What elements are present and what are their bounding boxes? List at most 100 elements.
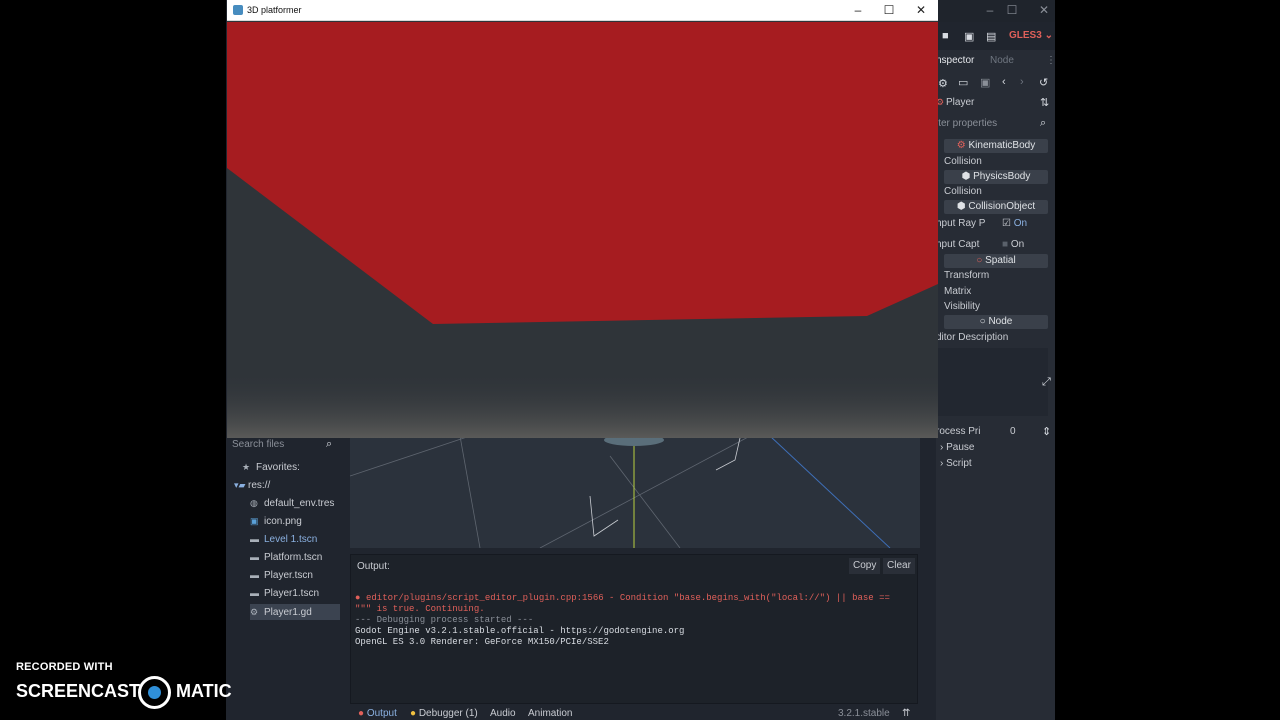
physics-body-icon: ⬢: [961, 171, 971, 182]
minimize-button[interactable]: –: [848, 3, 868, 17]
section-spatial[interactable]: ○ Spatial: [944, 254, 1048, 268]
play-scene-icon[interactable]: ▣: [964, 30, 974, 43]
forward-arrow-icon[interactable]: ›: [1020, 76, 1024, 88]
star-icon: ★: [242, 462, 251, 472]
file-name: Player1.tscn: [264, 588, 320, 599]
version-label: 3.2.1.stable: [838, 708, 890, 719]
input-ray-checkbox[interactable]: ☑ On: [1002, 218, 1027, 229]
pin-panel-icon[interactable]: ⇈: [902, 708, 910, 719]
property-editor-description[interactable]: ditor Description: [936, 332, 1008, 343]
file-name: Level 1.tscn: [264, 534, 318, 545]
file-item[interactable]: ◍ default_env.tres: [250, 495, 334, 511]
folder-icon: ▾▰: [234, 480, 246, 490]
back-arrow-icon[interactable]: ‹: [1002, 76, 1006, 88]
kinematic-body-icon: ⚙: [956, 140, 966, 151]
game-viewport[interactable]: [227, 22, 938, 438]
play-custom-scene-icon[interactable]: ▤: [986, 30, 996, 43]
search-files-input[interactable]: Search files: [232, 438, 340, 454]
property-input-capture-label: nput Capt: [936, 239, 980, 250]
clear-button[interactable]: Clear: [883, 558, 915, 574]
tab-node[interactable]: Node: [990, 55, 1014, 66]
renderer-select[interactable]: GLES3 ⌄: [1009, 30, 1053, 41]
inspected-node-name: Player: [946, 97, 975, 108]
inspector-panel: nspector Node ⋮ ⚙ ▭ ▣ ‹ › ↺ ⚙ Player ⇅ l…: [936, 50, 1055, 720]
tab-audio[interactable]: Audio: [490, 708, 516, 719]
history-icon[interactable]: ↺: [1039, 76, 1048, 89]
process-priority-spinbox[interactable]: 0: [1010, 426, 1016, 437]
tab-debugger[interactable]: ● Debugger (1): [410, 708, 478, 719]
file-item[interactable]: ▬ Platform.tscn: [250, 549, 322, 565]
menu-dots-icon[interactable]: ⋮: [1046, 55, 1055, 66]
close-button[interactable]: ✕: [911, 3, 931, 17]
close-button[interactable]: ✕: [1034, 3, 1054, 17]
property-collision[interactable]: Collision: [944, 186, 982, 197]
search-icon: ⌕: [326, 438, 333, 450]
section-kinematicbody[interactable]: ⚙ KinematicBody: [944, 139, 1048, 153]
search-icon: ⌕: [1040, 117, 1047, 129]
section-node[interactable]: ○ Node: [944, 315, 1048, 329]
file-item[interactable]: ▬ Level 1.tscn: [250, 531, 317, 547]
spinbox-arrows-icon[interactable]: ⇕: [1042, 425, 1051, 438]
search-placeholder: Search files: [232, 439, 285, 450]
input-capture-checkbox[interactable]: ■ On: [1002, 239, 1024, 250]
file-item[interactable]: ▣ icon.png: [250, 513, 302, 529]
checkbox-unchecked-icon: ■: [1002, 239, 1009, 250]
property-collision[interactable]: Collision: [944, 156, 982, 167]
property-matrix[interactable]: Matrix: [944, 286, 971, 297]
section-pause[interactable]: › Pause: [940, 442, 974, 453]
filter-properties-input[interactable]: lter properties: [936, 118, 997, 129]
favorites-folder[interactable]: ★ Favorites:: [242, 459, 300, 475]
file-name: Player1.gd: [264, 607, 312, 618]
node-icon: ○: [979, 316, 986, 327]
tab-label: Debugger (1): [418, 708, 478, 719]
file-item[interactable]: ▬ Player.tscn: [250, 567, 313, 583]
inspector-tabs: nspector Node ⋮: [936, 50, 1055, 70]
copy-button[interactable]: Copy: [849, 558, 881, 574]
object-properties-icon[interactable]: ⇅: [1040, 96, 1049, 109]
scene-icon: ▬: [250, 552, 259, 562]
tab-animation[interactable]: Animation: [528, 708, 572, 719]
gear-icon[interactable]: ⚙: [938, 77, 948, 90]
scene-icon: ▬: [250, 588, 259, 598]
section-collisionobject[interactable]: ⬢ CollisionObject: [944, 200, 1048, 214]
game-window-title: 3D platformer: [247, 5, 302, 15]
filesystem-dock: Search files ⌕ ★ Favorites: ▾▰ res:// ◍ def…: [226, 436, 343, 720]
section-label: Script: [946, 458, 972, 469]
section-label: Pause: [946, 442, 975, 453]
image-icon: ▣: [250, 516, 259, 526]
godot-app-icon: [233, 5, 243, 15]
watermark-recorded-with: RECORDED WITH: [16, 661, 113, 673]
res-root-folder[interactable]: ▾▰ res://: [234, 477, 270, 493]
maximize-button[interactable]: ☐: [879, 3, 899, 17]
section-script[interactable]: › Script: [940, 458, 972, 469]
property-visibility[interactable]: Visibility: [944, 301, 980, 312]
stop-icon[interactable]: ■: [942, 30, 949, 42]
section-physicsbody[interactable]: ⬢ PhysicsBody: [944, 170, 1048, 184]
bottom-panel-tabs: ● Output ● Debugger (1) Audio Animation …: [350, 706, 920, 720]
property-process-priority-label: rocess Pri: [936, 426, 981, 437]
output-line: """ is true. Continuing.: [355, 604, 485, 614]
maximize-button[interactable]: ☐: [1002, 3, 1022, 17]
save-icon[interactable]: ▣: [980, 76, 990, 89]
output-panel: Output: Copy Clear ● editor/plugins/scri…: [350, 554, 918, 704]
expand-icon[interactable]: ⤢: [1042, 376, 1051, 389]
open-folder-icon[interactable]: ▭: [958, 76, 968, 89]
checkbox-label: On: [1010, 239, 1025, 250]
error-dot-icon: ●: [358, 708, 365, 719]
file-item[interactable]: ▬ Player1.tscn: [250, 585, 319, 601]
file-item[interactable]: ⚙ Player1.gd: [250, 604, 312, 620]
section-label: CollisionObject: [968, 201, 1036, 212]
checkbox-label: On: [1013, 218, 1028, 229]
file-name: Platform.tscn: [264, 552, 323, 563]
minimize-button[interactable]: –: [980, 3, 1000, 17]
output-line: editor/plugins/script_editor_plugin.cpp:…: [366, 593, 890, 603]
warning-dot-icon: ●: [410, 708, 417, 719]
error-dot-icon: ●: [355, 593, 361, 603]
3d-viewport[interactable]: [350, 436, 920, 548]
tab-output[interactable]: ● Output: [358, 708, 397, 719]
editor-description-textarea[interactable]: [936, 348, 1048, 416]
file-name: icon.png: [264, 516, 302, 527]
section-label: KinematicBody: [968, 140, 1036, 151]
property-transform[interactable]: Transform: [944, 270, 989, 281]
tab-inspector[interactable]: nspector: [936, 55, 974, 66]
